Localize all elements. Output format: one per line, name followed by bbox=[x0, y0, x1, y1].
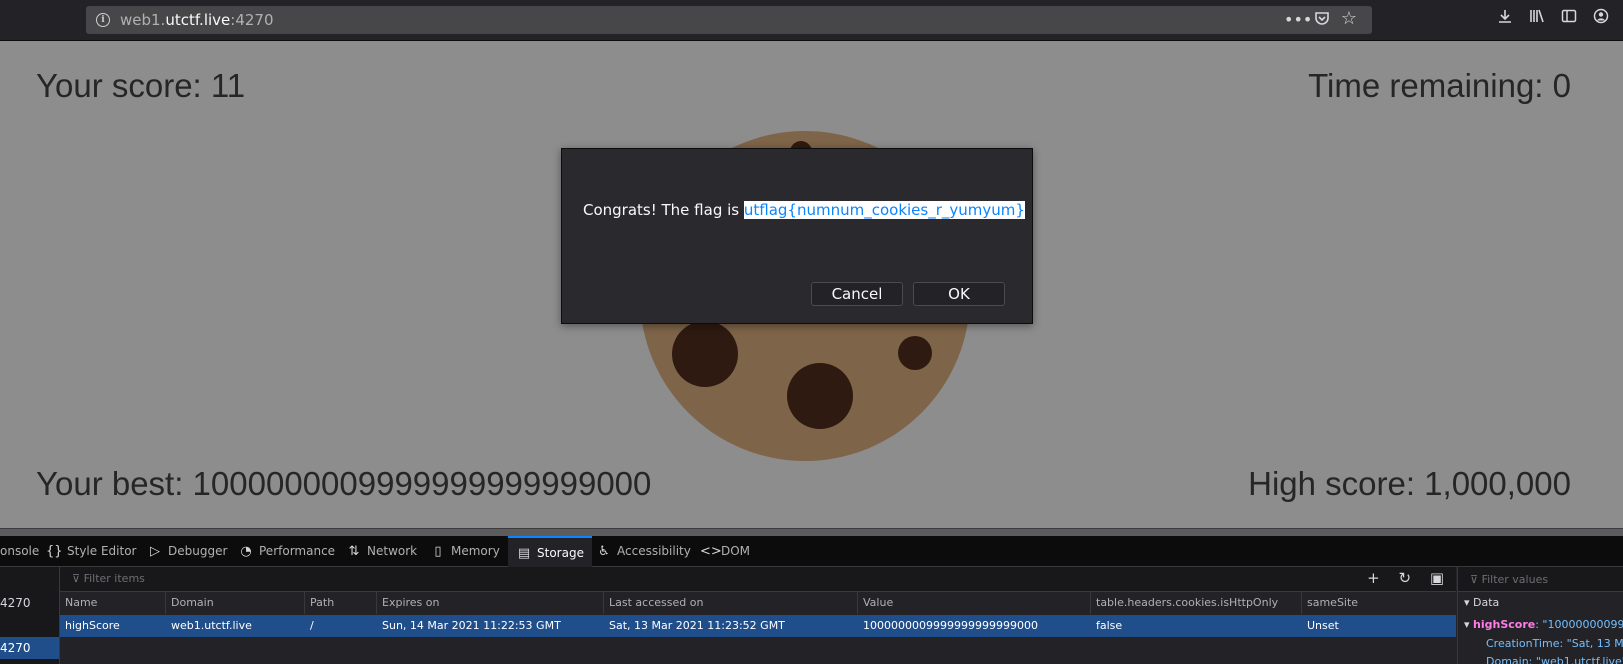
filter-items-input[interactable]: ⊽ Filter items bbox=[72, 572, 145, 585]
tab-accessibility[interactable]: ♿ Accessibility bbox=[596, 536, 691, 566]
browser-toolbar: i web1.utctf.live:4270 ••• ☆ bbox=[0, 0, 1623, 41]
more-icon[interactable]: ••• bbox=[1284, 10, 1312, 30]
your-score: Your score: 11 bbox=[36, 67, 246, 104]
cell-last-accessed: Sat, 13 Mar 2021 11:23:52 GMT bbox=[609, 619, 785, 632]
sidebar-icon[interactable] bbox=[1558, 8, 1580, 29]
network-icon: ⇅ bbox=[348, 544, 360, 559]
toggle-sidebar-icon[interactable]: ▣ bbox=[1430, 569, 1444, 587]
debugger-icon: ▷ bbox=[150, 544, 160, 559]
your-best: Your best: 1000000009999999999999000 bbox=[36, 465, 652, 502]
cookie-chip bbox=[787, 363, 853, 429]
data-sidebar: ⊽ Filter values ▾ Data ▾ highScore: "100… bbox=[1457, 567, 1623, 664]
add-icon[interactable]: + bbox=[1367, 569, 1380, 587]
data-section[interactable]: ▾ Data bbox=[1464, 596, 1499, 609]
gauge-icon: ◔ bbox=[240, 544, 252, 559]
flag-text[interactable]: utflag{numnum_cookies_r_yumyum} bbox=[743, 201, 1025, 219]
cookie-chip bbox=[898, 336, 932, 370]
cell-value: 1000000009999999999999000 bbox=[863, 619, 1038, 632]
cell-domain: web1.utctf.live bbox=[171, 619, 252, 632]
storage-tools: + ↻ ▣ bbox=[1367, 569, 1444, 587]
cookies-table: Name Domain Path Expires on Last accesse… bbox=[60, 592, 1456, 664]
accessibility-icon: ♿ bbox=[598, 544, 610, 559]
cell-name: highScore bbox=[65, 619, 120, 632]
braces-icon: {} bbox=[46, 544, 63, 559]
devtools-panel: onsole {} Style Editor ▷ Debugger ◔ Perform… bbox=[0, 536, 1623, 664]
cell-path: / bbox=[310, 619, 314, 632]
data-key[interactable]: ▾ highScore: "1000000009999 bbox=[1464, 618, 1623, 631]
cell-httponly: false bbox=[1096, 619, 1123, 632]
column-header[interactable]: Path bbox=[305, 592, 377, 614]
column-header[interactable]: Last accessed on bbox=[604, 592, 858, 614]
url-text[interactable]: web1.utctf.live:4270 bbox=[120, 11, 274, 29]
pocket-icon[interactable] bbox=[1311, 10, 1333, 31]
tab-style-editor[interactable]: {} Style Editor bbox=[46, 536, 136, 566]
table-row[interactable]: highScore web1.utctf.live / Sun, 14 Mar … bbox=[60, 615, 1456, 637]
tab-storage[interactable]: ▤ Storage bbox=[508, 536, 592, 568]
memory-icon: ▯ bbox=[434, 544, 442, 559]
data-creation-time: CreationTime: "Sat, 13 Mar 2 bbox=[1486, 637, 1623, 650]
cookie-chip bbox=[672, 321, 738, 387]
info-icon[interactable]: i bbox=[96, 13, 110, 27]
storage-host[interactable]: 4270 bbox=[0, 592, 59, 614]
address-bar[interactable]: i web1.utctf.live:4270 ••• ☆ bbox=[86, 6, 1372, 34]
tab-debugger[interactable]: ▷ Debugger bbox=[147, 536, 227, 566]
filter-values-input[interactable]: ⊽ Filter values bbox=[1458, 567, 1623, 592]
storage-tree: 4270 4270 bbox=[0, 567, 60, 664]
column-header[interactable]: Value bbox=[858, 592, 1091, 614]
column-header[interactable]: Expires on bbox=[377, 592, 604, 614]
tab-network[interactable]: ⇅ Network bbox=[346, 536, 418, 566]
dialog-message: Congrats! The flag is utflag{numnum_cook… bbox=[583, 201, 1025, 219]
cell-expires: Sun, 14 Mar 2021 11:22:53 GMT bbox=[382, 619, 561, 632]
code-icon: <> bbox=[700, 544, 722, 559]
storage-icon: ▤ bbox=[517, 546, 531, 561]
tab-performance[interactable]: ◔ Performance bbox=[238, 536, 335, 566]
alert-dialog: Congrats! The flag is utflag{numnum_cook… bbox=[561, 148, 1033, 324]
column-header[interactable]: table.headers.cookies.isHttpOnly bbox=[1091, 592, 1302, 614]
storage-host-selected[interactable]: 4270 bbox=[0, 637, 59, 659]
filter-bar: ⊽ Filter items + ↻ ▣ bbox=[60, 567, 1456, 592]
download-icon[interactable] bbox=[1494, 8, 1516, 29]
library-icon[interactable] bbox=[1526, 8, 1548, 29]
cancel-button[interactable]: Cancel bbox=[811, 282, 903, 306]
star-icon[interactable]: ☆ bbox=[1338, 9, 1360, 29]
tab-dom[interactable]: <>DOM bbox=[700, 536, 750, 566]
column-header[interactable]: sameSite bbox=[1302, 592, 1456, 614]
ok-button[interactable]: OK bbox=[913, 282, 1005, 306]
high-score: High score: 1,000,000 bbox=[1248, 465, 1571, 502]
tab-console[interactable]: onsole bbox=[0, 536, 39, 566]
column-header[interactable]: Domain bbox=[166, 592, 305, 614]
account-icon[interactable] bbox=[1590, 8, 1612, 29]
cell-samesite: Unset bbox=[1307, 619, 1339, 632]
devtools-tabs: onsole {} Style Editor ▷ Debugger ◔ Perform… bbox=[0, 536, 1623, 568]
refresh-icon[interactable]: ↻ bbox=[1398, 569, 1411, 587]
time-remaining: Time remaining: 0 bbox=[1308, 67, 1571, 104]
column-header[interactable]: Name bbox=[60, 592, 166, 614]
tab-memory[interactable]: ▯ Memory bbox=[430, 536, 499, 566]
data-domain: Domain: "web1.utctf.live" bbox=[1486, 655, 1623, 664]
